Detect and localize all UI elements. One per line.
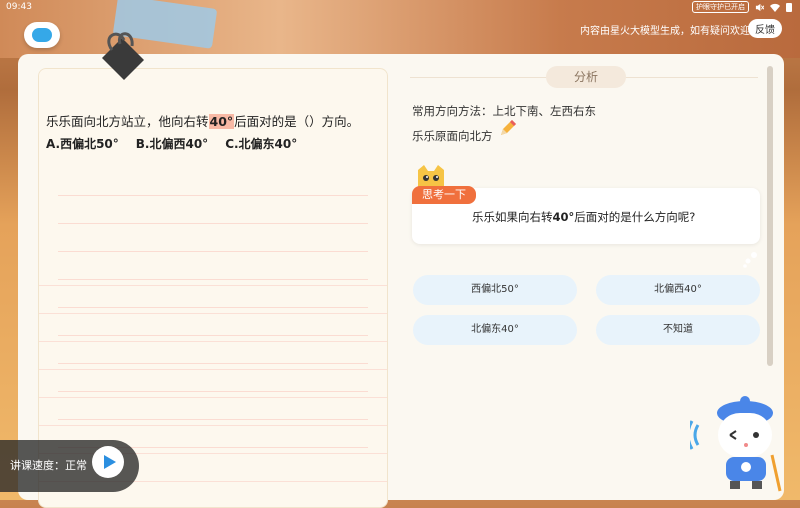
pencil-icon [501, 120, 516, 135]
facing-text: 乐乐原面向北方 [412, 129, 493, 143]
ai-disclaimer: 内容由星火大模型生成，如有疑问欢迎 [580, 26, 750, 37]
choice-button[interactable]: 北偏西40° [596, 275, 760, 305]
teacher-mascot-icon [690, 396, 782, 492]
choice-button[interactable]: 不知道 [596, 315, 760, 345]
speed-label[interactable]: 讲课速度：正常 [10, 457, 87, 473]
choice-button[interactable]: 西偏北50° [413, 275, 577, 305]
think-question-bold: 40° [552, 210, 575, 224]
choice-button[interactable]: 北偏东40° [413, 315, 577, 345]
think-question: 乐乐如果向右转40°后面对的是什么方向呢? [472, 209, 695, 225]
think-question-part: 乐乐如果向右转 [472, 210, 553, 224]
play-button[interactable] [92, 446, 124, 478]
mute-icon [755, 3, 764, 11]
option-b[interactable]: B.北偏西40° [136, 135, 208, 152]
option-a[interactable]: A.西偏北50° [46, 135, 119, 152]
question-text: 乐乐面向北方站立，他向右转40°后面对的是（）方向。 [46, 111, 359, 130]
analysis-scrollbar[interactable] [767, 66, 773, 366]
eye-mode-badge: 护眼守护已开启 [692, 1, 749, 13]
option-c[interactable]: C.北偏东40° [225, 135, 297, 152]
question-text-part: 乐乐面向北方站立，他向右转 [46, 114, 209, 129]
question-highlight: 40° [208, 114, 235, 129]
thought-bubble-icon [743, 252, 757, 268]
lined-notes [58, 168, 368, 448]
think-question-part: 后面对的是什么方向呢? [574, 210, 696, 224]
feedback-button[interactable]: 反馈 [748, 19, 782, 38]
wifi-icon [770, 3, 780, 12]
battery-icon [786, 3, 792, 12]
app-logo-button[interactable] [24, 22, 60, 48]
question-text-part: 后面对的是（）方向。 [234, 114, 360, 129]
status-time: 09:43 [6, 2, 32, 12]
status-bar: 09:43 护眼守护已开启 [0, 0, 800, 14]
status-icons: 护眼守护已开启 [692, 1, 792, 13]
analysis-tab[interactable]: 分析 [546, 66, 626, 88]
method-text: 常用方向方法：上北下南、左西右东 [412, 104, 596, 118]
binder-clip-icon [102, 32, 144, 80]
answer-options: A.西偏北50° B.北偏西40° C.北偏东40° [46, 135, 297, 152]
think-tag: 思考一下 [412, 186, 476, 204]
